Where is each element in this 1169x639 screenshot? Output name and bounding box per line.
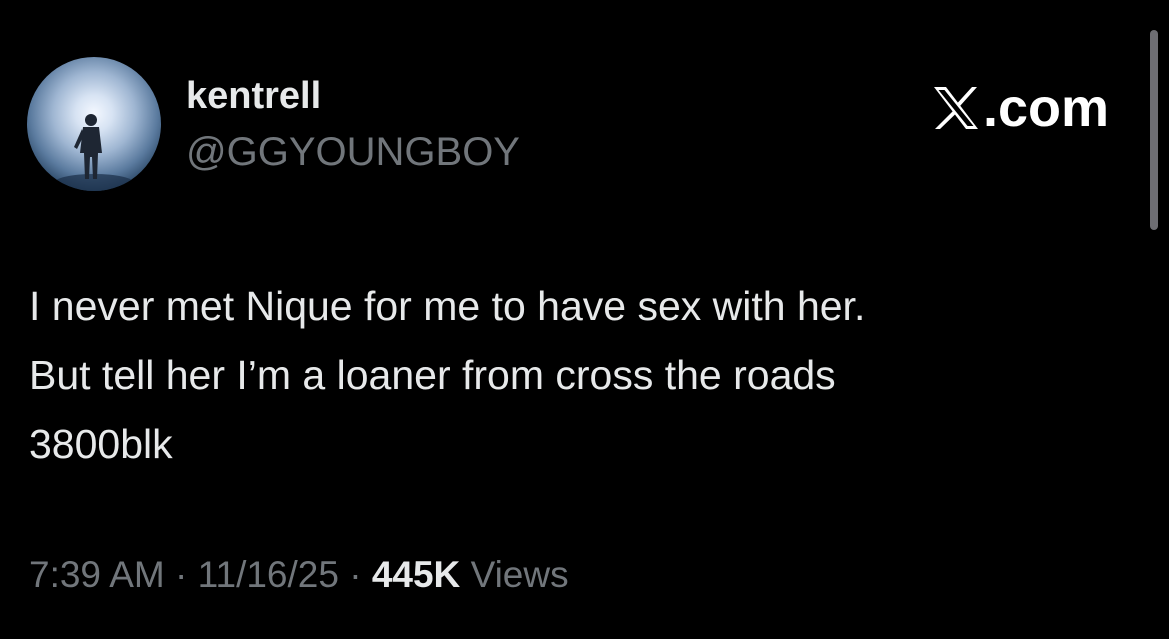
scrollbar[interactable]	[1150, 30, 1158, 230]
avatar[interactable]	[27, 57, 161, 191]
tweet-metadata: 7:39 AM · 11/16/25 · 445K Views	[29, 552, 569, 598]
separator-dot: ·	[175, 554, 188, 595]
x-com-brand: .com	[932, 78, 1109, 138]
x-logo-icon	[934, 87, 978, 129]
brand-domain-label: .com	[983, 78, 1110, 138]
tweet-text-line: I never met Nique for me to have sex wit…	[29, 283, 866, 329]
tweet-text-line: But tell her I’m a loaner from cross the…	[29, 352, 836, 398]
separator-dot: ·	[349, 554, 362, 595]
tweet-time[interactable]: 7:39 AM	[29, 554, 165, 595]
views-count[interactable]: 445K	[372, 554, 460, 595]
tweet-text: I never met Nique for me to have sex wit…	[29, 272, 1129, 479]
profile-photo-icon	[54, 114, 134, 191]
views-label: Views	[470, 554, 569, 595]
tweet-text-line: 3800blk	[29, 421, 173, 467]
tweet-date[interactable]: 11/16/25	[198, 554, 339, 595]
user-handle[interactable]: @GGYOUNGBOY	[186, 129, 520, 175]
display-name[interactable]: kentrell	[186, 74, 321, 118]
